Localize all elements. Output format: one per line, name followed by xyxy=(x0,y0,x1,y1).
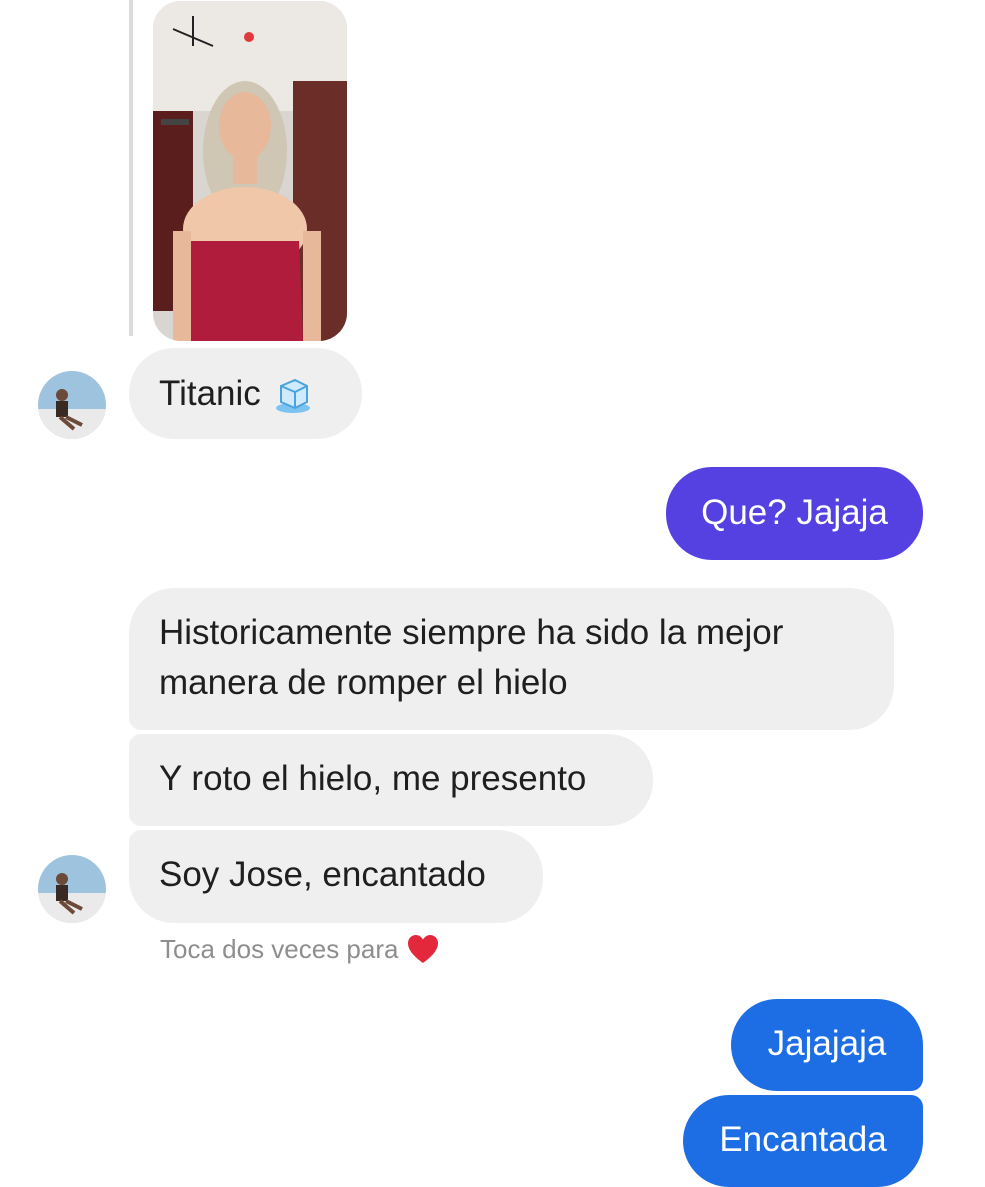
message-text: Que? Jajaja xyxy=(701,493,888,532)
contact-avatar[interactable] xyxy=(38,371,106,439)
shared-photo[interactable] xyxy=(153,1,347,341)
message-que-jajaja[interactable]: Que? Jajaja xyxy=(666,467,923,560)
ice-cube-icon xyxy=(273,374,315,414)
message-encantada[interactable]: Encantada xyxy=(683,1095,923,1187)
message-roto-el-hielo[interactable]: Y roto el hielo, me presento xyxy=(129,734,653,826)
message-text: Jajajaja xyxy=(767,1024,887,1063)
double-tap-hint: Toca dos veces para xyxy=(160,933,440,965)
message-soy-jose[interactable]: Soy Jose, encantado xyxy=(129,830,543,923)
message-jajajaja[interactable]: Jajajaja xyxy=(731,999,923,1091)
reply-thread-bar xyxy=(129,0,133,336)
message-historicamente[interactable]: Historicamente siempre ha sido la mejor … xyxy=(129,588,894,730)
message-text: Soy Jose, encantado xyxy=(159,855,486,894)
message-text: Historicamente siempre ha sido la mejor … xyxy=(159,613,784,702)
message-titanic[interactable]: Titanic xyxy=(129,348,362,439)
message-text: Y roto el hielo, me presento xyxy=(159,759,587,798)
message-text: Titanic xyxy=(159,373,261,413)
hint-text: Toca dos veces para xyxy=(160,933,399,964)
heart-icon xyxy=(406,933,440,965)
message-text: Encantada xyxy=(719,1120,887,1159)
contact-avatar[interactable] xyxy=(38,855,106,923)
